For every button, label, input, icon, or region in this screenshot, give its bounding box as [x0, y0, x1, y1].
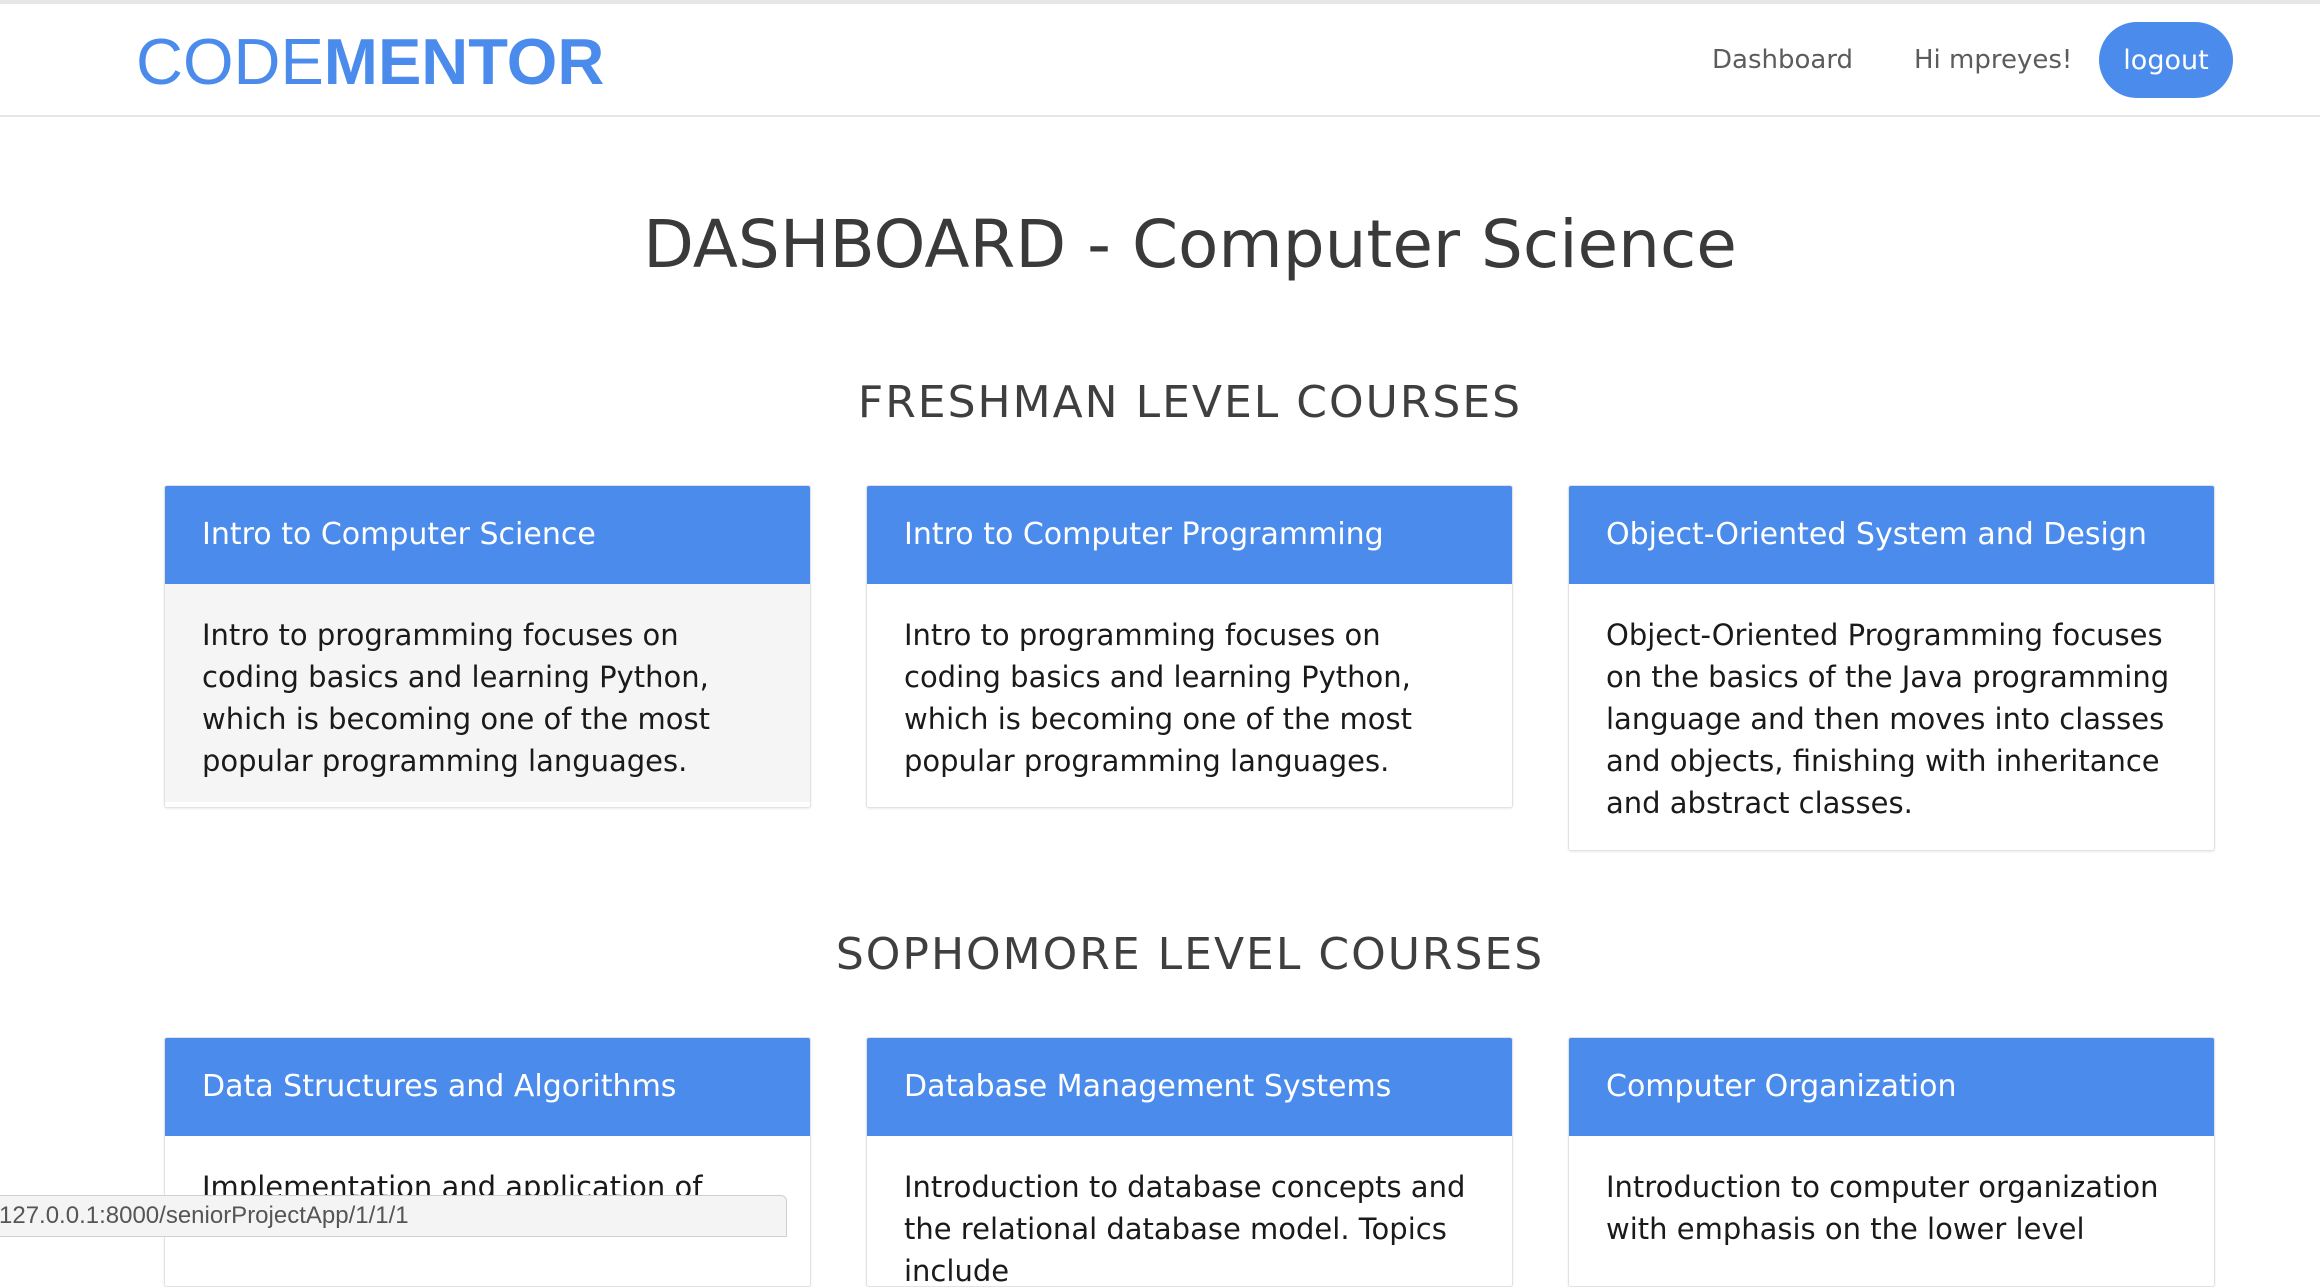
course-card-description: Introduction to database concepts and th…: [904, 1170, 1466, 1287]
course-card-title[interactable]: Data Structures and Algorithms: [165, 1038, 810, 1136]
course-card[interactable]: Object-Oriented System and Design Object…: [1568, 485, 2215, 851]
browser-status-bar-url: 127.0.0.1:8000/seniorProjectApp/1/1/1: [0, 1195, 787, 1237]
course-card-description: Intro to programming focuses on coding b…: [904, 618, 1412, 778]
course-card-description: Object-Oriented Programming focuses on t…: [1606, 618, 2170, 820]
course-card[interactable]: Intro to Computer Programming Intro to p…: [866, 485, 1513, 808]
page-title: DASHBOARD - Computer Science: [643, 206, 1737, 283]
course-card[interactable]: Database Management Systems Introduction…: [866, 1037, 1513, 1287]
logout-button[interactable]: logout: [2099, 22, 2233, 98]
section-title-freshman: FRESHMAN LEVEL COURSES: [857, 377, 1523, 428]
course-card[interactable]: Data Structures and Algorithms Implement…: [164, 1037, 811, 1287]
course-card-title[interactable]: Intro to Computer Programming: [867, 486, 1512, 584]
course-card-title[interactable]: Database Management Systems: [867, 1038, 1512, 1136]
course-card[interactable]: Intro to Computer Science Intro to progr…: [164, 485, 811, 808]
course-card[interactable]: Computer Organization Introduction to co…: [1568, 1037, 2215, 1287]
nav-user-greeting[interactable]: Hi mpreyes!: [1914, 40, 2072, 80]
course-card-title[interactable]: Object-Oriented System and Design: [1569, 486, 2214, 584]
section-title-sophomore: SOPHOMORE LEVEL COURSES: [835, 929, 1545, 980]
course-card-description: Intro to programming focuses on coding b…: [165, 584, 810, 802]
nav-dashboard-link[interactable]: Dashboard: [1712, 40, 1853, 80]
course-card-description: Introduction to computer organization wi…: [1606, 1170, 2159, 1246]
navbar: CODEMENTOR Dashboard Hi mpreyes! logout: [0, 4, 2320, 117]
course-card-title[interactable]: Computer Organization: [1569, 1038, 2214, 1136]
course-card-title[interactable]: Intro to Computer Science: [165, 486, 810, 584]
brand-logo[interactable]: CODEMENTOR: [136, 22, 604, 102]
